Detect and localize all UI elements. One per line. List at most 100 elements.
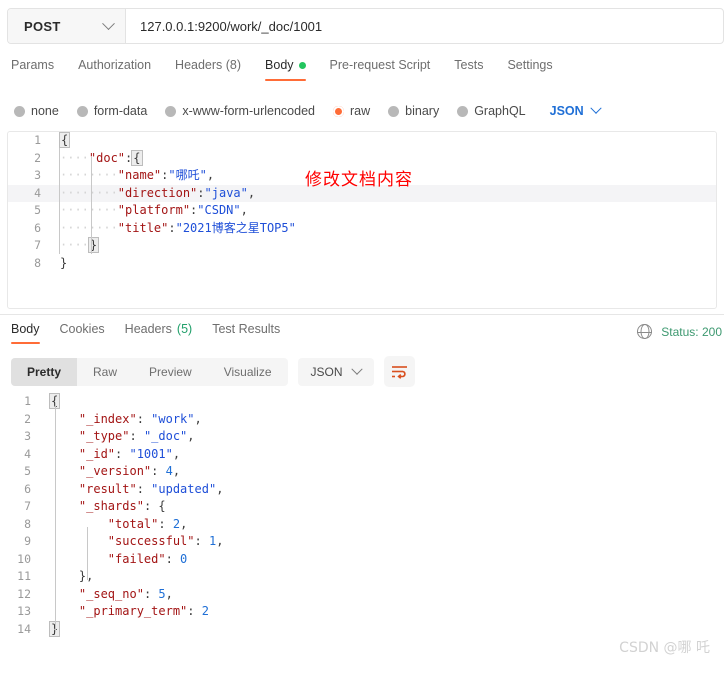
body-type-none[interactable]: none: [14, 104, 59, 118]
line-content: "total": 2,: [107, 516, 188, 531]
request-url-bar: POST 127.0.0.1:9200/work/_doc/1001: [7, 8, 724, 44]
response-format-select[interactable]: JSON: [297, 357, 374, 386]
line-number: 2: [34, 150, 41, 165]
line-content: }: [60, 255, 68, 270]
radio-icon: [165, 105, 177, 117]
section-divider: [0, 314, 724, 315]
code-line: 8 "total": 2,: [0, 516, 724, 534]
code-line: 6 "result": "updated",: [0, 481, 724, 499]
response-tab-test-results-label: Test Results: [212, 322, 281, 336]
wrap-lines-button[interactable]: [383, 356, 415, 387]
http-method-select[interactable]: POST: [8, 9, 126, 43]
line-content: "result": "updated",: [78, 481, 224, 496]
wrap-lines-icon: [391, 366, 407, 379]
chevron-down-icon: [102, 16, 115, 30]
line-number: 2: [24, 411, 31, 426]
line-content: "_seq_no": 5,: [78, 586, 173, 601]
line-content: ········"direction":"java",: [60, 185, 256, 200]
view-raw[interactable]: Raw: [77, 358, 133, 386]
body-type-x-www-form-urlencoded[interactable]: x-www-form-urlencoded: [165, 104, 315, 118]
line-number: 13: [17, 604, 31, 618]
tab-authorization[interactable]: Authorization: [78, 58, 151, 81]
tab-headers-label: Headers (8): [175, 58, 242, 72]
line-number: 6: [34, 220, 41, 235]
body-format-label: JSON: [549, 104, 584, 118]
line-content: ········"title":"2021博客之星TOP5": [60, 220, 296, 235]
code-line: 14 }: [0, 620, 724, 639]
tab-tests[interactable]: Tests: [454, 58, 483, 81]
response-tab-cookies-label: Cookies: [59, 322, 105, 336]
line-content: {: [48, 393, 61, 409]
body-type-binary-label: binary: [405, 104, 440, 118]
code-line: 9 "successful": 1,: [0, 533, 724, 551]
tab-params-label: Params: [11, 58, 55, 72]
tab-params[interactable]: Params: [11, 58, 54, 81]
code-line: 12 "_seq_no": 5,: [0, 586, 724, 604]
view-visualize[interactable]: Visualize: [208, 358, 288, 386]
response-tabs: Body Cookies Headers (5) Test Results: [0, 322, 724, 350]
radio-icon: [14, 105, 25, 117]
code-line: 13 "_primary_term": 2: [0, 603, 724, 621]
line-content: }: [42, 620, 61, 639]
line-number: 14: [17, 621, 31, 636]
body-type-raw-label: raw: [350, 104, 371, 118]
response-body-viewer[interactable]: 1 { 2 "_index": "work", 3 "_type": "_doc…: [0, 393, 724, 653]
response-headers-count: (5): [176, 322, 193, 336]
line-number: 1: [24, 394, 31, 408]
body-type-graphql[interactable]: GraphQL: [457, 104, 526, 118]
code-line: 6 ········"title":"2021博客之星TOP5": [8, 220, 716, 238]
body-type-form-data-label: form-data: [93, 104, 148, 118]
code-line: 8 }: [8, 255, 716, 273]
response-tab-body[interactable]: Body: [11, 322, 40, 344]
line-content: },: [42, 568, 93, 586]
chevron-down-icon: [590, 102, 602, 114]
status-badge: Status: 200: [661, 324, 722, 339]
response-tab-headers[interactable]: Headers (5): [125, 322, 193, 344]
code-line: 5 ········"platform":"CSDN",: [8, 202, 716, 220]
indent-guide: [91, 157, 92, 254]
code-line: 5 "_version": 4,: [0, 463, 724, 481]
line-content: ········"platform":"CSDN",: [60, 203, 248, 217]
line-number: 3: [34, 168, 41, 182]
request-url-input[interactable]: 127.0.0.1:9200/work/_doc/1001: [126, 9, 723, 43]
tab-pre-request-script[interactable]: Pre-request Script: [330, 58, 431, 81]
line-number: 4: [34, 185, 41, 200]
line-number: 11: [17, 569, 31, 583]
tab-pre-request-script-label: Pre-request Script: [329, 58, 431, 72]
indent-guide: [59, 148, 60, 254]
body-format-select[interactable]: JSON: [549, 102, 602, 118]
radio-icon: [388, 105, 400, 117]
response-tab-test-results[interactable]: Test Results: [212, 322, 280, 344]
tab-body[interactable]: Body: [265, 58, 306, 81]
request-tabs: Params Authorization Headers (8) Body Pr…: [0, 58, 724, 88]
line-content: "_id": "1001",: [78, 446, 181, 461]
response-tab-headers-label: Headers: [124, 322, 172, 336]
line-content: ····"doc":{: [60, 149, 143, 166]
line-content: "failed": 0: [107, 551, 188, 566]
view-preview[interactable]: Preview: [133, 358, 208, 386]
view-pretty[interactable]: Pretty: [11, 357, 78, 386]
tab-settings[interactable]: Settings: [507, 58, 552, 81]
indent-guide: [87, 527, 88, 580]
body-type-binary[interactable]: binary: [388, 104, 439, 118]
http-method-label: POST: [24, 18, 61, 34]
line-content: "_primary_term": 2: [78, 604, 209, 618]
response-tab-cookies[interactable]: Cookies: [60, 322, 105, 344]
body-type-raw[interactable]: raw: [333, 104, 370, 118]
chevron-down-icon: [350, 363, 363, 375]
indent-guide: [55, 404, 56, 632]
tab-headers[interactable]: Headers (8): [175, 58, 241, 81]
line-content: "_version": 4,: [78, 464, 181, 478]
line-number: 9: [24, 534, 31, 548]
line-number: 7: [24, 499, 31, 513]
request-body-editor[interactable]: 1 { 2 ····"doc":{ 3 ········"name":"哪吒",…: [7, 131, 717, 309]
line-content: "_index": "work",: [78, 411, 202, 426]
radio-icon: [457, 105, 469, 117]
body-type-form-data[interactable]: form-data: [76, 104, 148, 118]
body-type-x-www-form-urlencoded-label: x-www-form-urlencoded: [182, 104, 315, 118]
watermark: CSDN @哪 吒: [619, 640, 710, 656]
line-content: ········"name":"哪吒",: [60, 168, 215, 182]
line-number: 8: [34, 255, 41, 270]
line-number: 4: [24, 446, 31, 461]
body-type-options: none form-data x-www-form-urlencoded raw…: [0, 98, 724, 124]
